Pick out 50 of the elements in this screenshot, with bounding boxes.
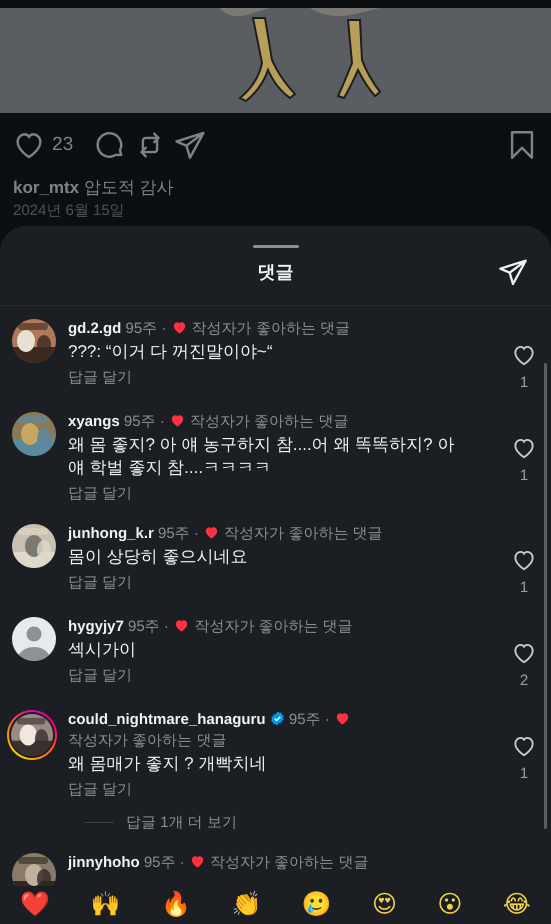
emoji-button[interactable]: 🙌 [90,890,121,920]
comment-text: 몸이 상당히 좋으시네요 [68,546,248,568]
story-ring[interactable] [7,710,57,760]
view-replies-button[interactable]: 답글 1개 더 보기 [126,813,237,832]
comment-like-count: 1 [520,579,528,596]
emoji-button[interactable]: ❤ [20,890,50,920]
emoji-button[interactable]: 🥲 [302,890,332,920]
reply-button[interactable]: 답글 달기 [68,573,132,592]
emoji-button[interactable]: 😮 [437,890,462,920]
reply-button[interactable]: 답글 달기 [68,780,132,799]
emoji-button[interactable]: 😂 [502,890,531,920]
comment-time: 95주 · [124,413,165,430]
like-count: 23 [52,134,74,156]
author-liked-label: 작성자가 좋아하는 댓글 [190,413,348,430]
post-caption: kor_mtx 압도적 감사 [12,177,175,199]
comment-text: 섹시가이 [68,639,137,661]
comment-username[interactable]: jinnyhoho [68,854,140,871]
sheet-title: 댓글 [258,261,294,284]
reply-button[interactable]: 답글 달기 [68,666,132,685]
comment-username[interactable]: xyangs [68,413,120,430]
comment-text: ???: “이거 다 꺼진말이야~“ [68,341,274,363]
comment-username[interactable]: hygyjy7 [68,618,124,635]
author-liked-label: 작성자가 좋아하는 댓글 [68,732,226,749]
comment-like-count: 2 [520,672,528,689]
author-liked-label: 작성자가 좋아하는 댓글 [192,320,350,337]
author-liked-label: 작성자가 좋아하는 댓글 [210,854,368,871]
emoji-button[interactable]: 😍 [372,890,397,920]
drag-handle[interactable] [252,245,298,248]
author-liked-label: 작성자가 좋아하는 댓글 [194,618,353,635]
comment-time: 95주 · [144,854,185,871]
post-date: 2024년 6월 15일 [12,201,126,220]
author-liked-label: 작성자가 좋아하는 댓글 [224,525,383,542]
comment-text: 왜 몸매가 좋지 ? 개빡치네 [68,753,268,775]
comment-username[interactable]: junhong_k.r [68,525,154,542]
reply-button[interactable]: 답글 달기 [68,368,132,387]
emoji-button[interactable]: 🔥 [160,890,191,920]
comment-username[interactable]: gd.2.gd [68,320,122,337]
comment-like-count: 1 [520,467,528,484]
comment-time: 95주 · [126,320,166,337]
comment-like-count: 1 [520,374,528,391]
comment-time: 95주 · [158,525,199,542]
emoji-button[interactable]: 👏 [231,890,262,920]
comment-time: 95주 · [288,711,330,728]
comment-like-count: 1 [520,765,528,782]
comment-username[interactable]: could_nightmare_hanaguru [68,711,266,728]
reply-button[interactable]: 답글 달기 [68,484,132,503]
comment-text: 왜 몸 좋지? 아 얘 농구하지 참....어 왜 똑똑하지? 아 얘 학벌 좋지 참....ㅋㅋㅋㅋ [68,434,456,479]
comment-time: 95주 · [128,618,169,635]
default-avatar-icon [12,617,56,661]
scrollbar[interactable] [544,363,547,829]
